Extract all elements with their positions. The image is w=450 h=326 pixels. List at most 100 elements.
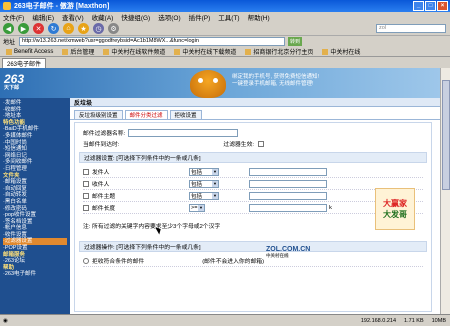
address-bar: 地址 http://w13.263.net/xmweb?usr=ggodfrey…: [0, 36, 450, 47]
logo: 263 天下邮: [4, 72, 25, 91]
menu-groups[interactable]: 快捷组(G): [121, 12, 150, 22]
sidebar-item[interactable]: ·POP设置: [3, 245, 67, 252]
fav-item[interactable]: 中关村在线下载频道: [171, 47, 239, 56]
menu-file[interactable]: 文件(F): [3, 12, 24, 22]
menu-help[interactable]: 帮助(H): [248, 12, 270, 22]
back-icon[interactable]: ◀: [3, 23, 14, 34]
search-input[interactable]: zol: [376, 24, 446, 33]
operator-select[interactable]: >= ▼: [189, 203, 205, 212]
tab-spam-level[interactable]: 反垃圾级别设置: [74, 110, 123, 119]
page-icon: [103, 48, 110, 55]
title-bar: 263电子邮件 - 傲游 [Maxthon] _ □ ×: [0, 0, 450, 12]
filter-name-label: 邮件过滤器名称:: [83, 131, 126, 137]
menu-options[interactable]: 选项(O): [158, 12, 180, 22]
sidebar-item[interactable]: ·帐户信息: [3, 225, 67, 232]
action-radio[interactable]: [83, 257, 89, 264]
unit-label: k: [329, 204, 332, 211]
menu-edit[interactable]: 编辑(E): [32, 12, 54, 22]
filter-name-input[interactable]: [128, 128, 239, 137]
sub-tabs: 反垃圾级别设置 邮件分类过滤 拒收设置: [70, 109, 440, 120]
window-controls: _ □ ×: [413, 1, 448, 11]
scroll-thumb[interactable]: [442, 80, 450, 190]
fav-item[interactable]: 招商银行北京分行主页: [242, 47, 316, 56]
sidebar-item[interactable]: ·邮箱设置: [3, 179, 67, 186]
ad-banner[interactable]: 大赢家 大发哥: [375, 188, 415, 230]
stop-icon[interactable]: ✕: [33, 23, 44, 34]
toolbar: ◀ ▶ ✕ ↻ ⌂ ★ ◷ ⚙ zol: [0, 22, 450, 36]
sidebar-item[interactable]: ·黑白名单: [3, 199, 67, 206]
condition-value-input[interactable]: [249, 179, 327, 188]
name-row: 邮件过滤器名称:: [83, 127, 423, 138]
address-input[interactable]: http://w13.263.net/xmweb?usr=ggodfreybsi…: [19, 37, 286, 46]
history-icon[interactable]: ◷: [93, 23, 104, 34]
fav-item[interactable]: 中关村在线: [319, 47, 363, 56]
condition-checkbox[interactable]: [83, 192, 89, 199]
operator-select[interactable]: 包括 ▼: [189, 167, 219, 176]
enabled-checkbox[interactable]: [258, 140, 265, 147]
condition-row: 发件人 包括 ▼: [83, 166, 423, 178]
sidebar-item[interactable]: ·BaiD手机邮件: [3, 126, 67, 133]
note: 注: 所有过滤的关键字内容要求至少3个字母或2个汉字: [83, 224, 221, 230]
when-receive-label: 当邮件到达时:: [83, 142, 120, 148]
favorites-bar: Benefit Access 后台管理 中关村在线软件频道 中关村在线下载频道 …: [0, 47, 450, 57]
menu-view[interactable]: 查看(V): [62, 12, 84, 22]
minimize-button[interactable]: _: [413, 1, 424, 11]
favorites-icon[interactable]: ★: [78, 23, 89, 34]
fav-item[interactable]: 后台管理: [59, 47, 97, 56]
actions-header: 过滤器操作: [可选择下列条件中的一条或几条]: [79, 241, 427, 252]
condition-checkbox[interactable]: [83, 168, 89, 175]
sidebar-item[interactable]: ·多媒体邮件: [3, 133, 67, 140]
browser-tab[interactable]: 263电子邮件: [2, 58, 47, 68]
page-title: 反垃圾: [70, 98, 440, 107]
menu-plugins[interactable]: 插件(P): [189, 12, 211, 22]
tab-reject[interactable]: 拒收设置: [169, 110, 202, 119]
scrollbar[interactable]: [440, 68, 450, 314]
status-globe-icon: ◉: [3, 317, 8, 324]
chevron-down-icon: ▼: [212, 168, 218, 175]
sidebar-item[interactable]: ·pop收件设置: [3, 212, 67, 219]
fav-item[interactable]: Benefit Access: [3, 48, 56, 55]
web-page: 263 天下邮 绑定我的手机号, 获得免费短信通知! 一键登录手机邮箱, 无线邮件…: [0, 68, 440, 314]
go-button[interactable]: 转到: [288, 37, 303, 46]
forward-icon[interactable]: ▶: [18, 23, 29, 34]
close-button[interactable]: ×: [437, 1, 448, 11]
condition-value-input[interactable]: [249, 167, 327, 176]
maximize-button[interactable]: □: [425, 1, 436, 11]
menu-favorites[interactable]: 收藏(A): [92, 12, 114, 22]
sidebar-item[interactable]: ·发邮件: [3, 100, 67, 107]
sidebar-item[interactable]: ·多间收邮件: [3, 159, 67, 166]
length-input[interactable]: [249, 203, 327, 212]
settings-icon[interactable]: ⚙: [108, 23, 119, 34]
app-icon: [3, 2, 11, 10]
menu-tools[interactable]: 工具(T): [218, 12, 239, 22]
window-title: 263电子邮件 - 傲游 [Maxthon]: [14, 3, 110, 10]
operator-select[interactable]: 包括 ▼: [189, 179, 219, 188]
chevron-down-icon: ▼: [198, 204, 204, 211]
zol-watermark: ZOL.COM.CN 中关村在线: [266, 246, 311, 258]
status-memory: 10MB: [431, 317, 446, 324]
sidebar-item[interactable]: ·地址本: [3, 113, 67, 120]
chevron-down-icon: ▼: [212, 180, 218, 187]
tab-mail-filter[interactable]: 邮件分类过滤: [124, 110, 168, 119]
sidebar-item[interactable]: ·日程管理: [3, 166, 67, 173]
refresh-icon[interactable]: ↻: [48, 23, 59, 34]
banner-text: 绑定我的手机号, 获得免费短信通知! 一键登录手机邮箱, 无线邮件管理!: [232, 74, 320, 87]
fav-item[interactable]: 中关村在线软件频道: [100, 47, 168, 56]
tab-bar: 263电子邮件: [0, 57, 450, 68]
sidebar-item[interactable]: ·短信通知: [3, 146, 67, 153]
action-row: 拒收符合条件的邮件 (邮件不会进入你的邮箱): [83, 255, 423, 267]
sidebar-item[interactable]: ·263电子邮件: [3, 271, 67, 278]
page-icon: [322, 48, 329, 55]
sidebar-item[interactable]: ·263论坛: [3, 258, 67, 265]
condition-label: 邮件主题: [92, 194, 116, 200]
arrival-row: 当邮件到达时: 过滤器生效:: [83, 138, 423, 149]
home-icon[interactable]: ⌂: [63, 23, 74, 34]
condition-checkbox[interactable]: [83, 180, 89, 187]
condition-checkbox[interactable]: [83, 204, 89, 211]
sidebar-item[interactable]: ·自动转发: [3, 192, 67, 199]
sidebar: ·发邮件 ·收邮件 ·地址本 特色功能 ·BaiD手机邮件 ·多媒体邮件 ·中国…: [0, 98, 70, 314]
page-icon: [174, 48, 181, 55]
operator-select[interactable]: 包括 ▼: [189, 191, 219, 200]
condition-value-input[interactable]: [249, 191, 327, 200]
condition-row: 邮件长度 >= ▼ k: [83, 202, 423, 214]
